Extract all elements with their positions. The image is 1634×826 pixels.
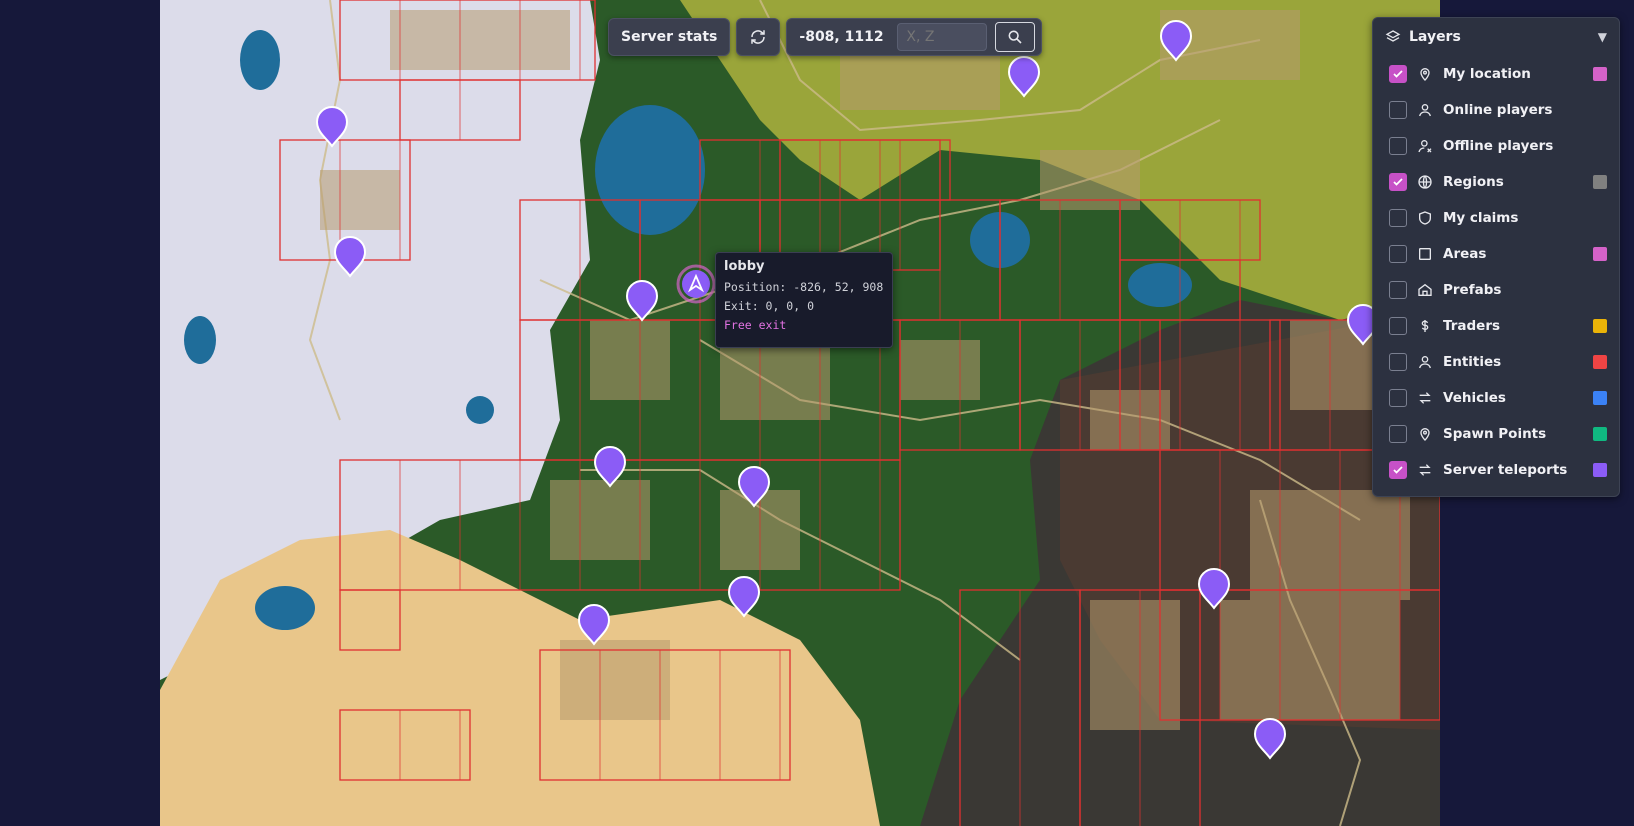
layer-checkbox[interactable] — [1389, 209, 1407, 227]
layer-item-my-location[interactable]: My location — [1373, 56, 1619, 92]
town — [550, 480, 650, 560]
layer-item-spawn-points[interactable]: Spawn Points — [1373, 416, 1619, 452]
search-icon — [1008, 30, 1022, 44]
layer-label: Online players — [1443, 102, 1553, 118]
town — [1090, 390, 1170, 450]
town — [320, 170, 400, 230]
user-icon — [1419, 104, 1431, 117]
layer-color-swatch — [1593, 463, 1607, 477]
world-map[interactable] — [160, 0, 1440, 826]
lake — [595, 105, 705, 235]
layers-title: Layers — [1409, 29, 1461, 45]
layer-item-regions[interactable]: Regions — [1373, 164, 1619, 200]
layer-label: My claims — [1443, 210, 1519, 226]
layer-item-my-claims[interactable]: My claims — [1373, 200, 1619, 236]
layers-header[interactable]: Layers ▼ — [1373, 18, 1619, 56]
layer-item-traders[interactable]: Traders — [1373, 308, 1619, 344]
layer-label: Spawn Points — [1443, 426, 1547, 442]
layer-label: My location — [1443, 66, 1531, 82]
current-coordinates: -808, 1112 — [799, 29, 884, 45]
lake — [184, 316, 216, 364]
map-toolbar: Server stats -808, 1112 — [608, 18, 1043, 56]
free-exit-link[interactable]: Free exit — [724, 318, 884, 332]
layer-checkbox[interactable] — [1389, 281, 1407, 299]
layer-checkbox[interactable] — [1389, 245, 1407, 263]
tooltip-position: Position: -826, 52, 908 — [724, 280, 884, 294]
coordinate-search-group: -808, 1112 — [786, 18, 1043, 56]
layer-color-swatch — [1593, 175, 1607, 189]
layer-checkbox[interactable] — [1389, 65, 1407, 83]
town — [1250, 490, 1410, 600]
tooltip-title: lobby — [724, 259, 765, 274]
town — [590, 320, 670, 400]
arrows-icon — [1419, 392, 1431, 404]
layer-item-prefabs[interactable]: Prefabs — [1373, 272, 1619, 308]
layer-item-areas[interactable]: Areas — [1373, 236, 1619, 272]
layers-list: My location Online players Offline players… — [1373, 56, 1619, 488]
chevron-down-icon[interactable]: ▼ — [1598, 30, 1607, 44]
layer-color-swatch — [1593, 427, 1607, 441]
layer-label: Vehicles — [1443, 390, 1506, 406]
shield-icon — [1419, 211, 1431, 225]
layer-item-vehicles[interactable]: Vehicles — [1373, 380, 1619, 416]
town — [900, 340, 980, 400]
lake — [240, 30, 280, 90]
layer-checkbox[interactable] — [1389, 137, 1407, 155]
square-icon — [1419, 248, 1431, 260]
layer-label: Offline players — [1443, 138, 1554, 154]
layer-label: Traders — [1443, 318, 1501, 334]
lake — [1128, 263, 1192, 307]
checkmark-icon — [1393, 70, 1403, 78]
user-icon — [1419, 356, 1431, 369]
lake — [255, 586, 315, 630]
layer-checkbox[interactable] — [1389, 173, 1407, 191]
layer-color-swatch — [1593, 355, 1607, 369]
layer-color-swatch — [1593, 67, 1607, 81]
teleport-tooltip: lobby Position: -826, 52, 908 Exit: 0, 0… — [715, 252, 893, 348]
layer-color-swatch — [1593, 391, 1607, 405]
layer-item-online-players[interactable]: Online players — [1373, 92, 1619, 128]
town — [1220, 600, 1400, 720]
map-pin-icon — [1420, 428, 1430, 441]
checkmark-icon — [1393, 178, 1403, 186]
town — [560, 640, 670, 720]
layer-checkbox[interactable] — [1389, 353, 1407, 371]
globe-icon — [1418, 175, 1432, 189]
tooltip-exit: Exit: 0, 0, 0 — [724, 299, 815, 313]
home-icon — [1418, 283, 1432, 296]
layers-panel: Layers ▼ My location Online players Offlin… — [1372, 17, 1620, 497]
town — [1040, 150, 1140, 210]
layer-checkbox[interactable] — [1389, 425, 1407, 443]
my-location-marker[interactable] — [676, 264, 716, 304]
user-offline-icon — [1418, 140, 1432, 153]
layer-checkbox[interactable] — [1389, 389, 1407, 407]
town — [1090, 600, 1180, 730]
refresh-icon — [751, 30, 766, 44]
checkmark-icon — [1393, 466, 1403, 474]
layer-checkbox[interactable] — [1389, 317, 1407, 335]
lake — [466, 396, 494, 424]
server-stats-button[interactable]: Server stats — [608, 18, 731, 56]
layer-label: Areas — [1443, 246, 1487, 262]
layer-checkbox[interactable] — [1389, 101, 1407, 119]
dollar-icon — [1421, 320, 1429, 332]
layer-label: Regions — [1443, 174, 1504, 190]
layer-color-swatch — [1593, 319, 1607, 333]
layer-label: Server teleports — [1443, 462, 1568, 478]
layer-label: Prefabs — [1443, 282, 1502, 298]
map-pin-icon — [1420, 68, 1430, 81]
town — [390, 10, 570, 70]
layer-label: Entities — [1443, 354, 1502, 370]
search-button[interactable] — [995, 22, 1036, 52]
layer-color-swatch — [1593, 247, 1607, 261]
layer-item-offline-players[interactable]: Offline players — [1373, 128, 1619, 164]
layer-item-entities[interactable]: Entities — [1373, 344, 1619, 380]
layer-checkbox[interactable] — [1389, 461, 1407, 479]
layer-item-server-teleports[interactable]: Server teleports — [1373, 452, 1619, 488]
arrows-icon — [1419, 464, 1431, 476]
coordinate-input[interactable] — [897, 23, 988, 51]
layers-icon — [1385, 30, 1401, 42]
refresh-button[interactable] — [736, 18, 781, 56]
